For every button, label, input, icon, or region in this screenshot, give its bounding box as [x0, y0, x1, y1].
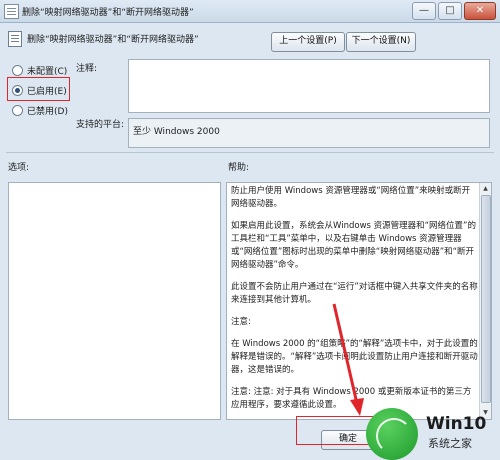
- setting-icon: [8, 31, 22, 47]
- close-button[interactable]: ✕: [464, 2, 496, 20]
- annotation-arrow-icon: [332, 303, 364, 416]
- options-panel: [8, 182, 221, 420]
- enabled-highlight-box: [7, 77, 70, 101]
- watermark-site: 系统之家: [428, 437, 472, 450]
- window-title: 删除“映射网络驱动器”和“断开网络驱动器”: [22, 8, 194, 18]
- next-setting-button[interactable]: 下一个设置(N): [346, 32, 416, 52]
- watermark-brand: Win10: [426, 414, 487, 434]
- radio-not-configured[interactable]: 未配置(C): [12, 64, 67, 77]
- scroll-thumb[interactable]: [481, 195, 491, 403]
- comment-label: 注释:: [76, 64, 98, 74]
- platform-field: 至少 Windows 2000: [128, 118, 490, 148]
- policy-icon: [4, 4, 19, 19]
- radio-label: 已禁用(D): [27, 107, 68, 117]
- scroll-up-icon[interactable]: ▲: [481, 184, 490, 194]
- setting-title: 删除“映射网络驱动器”和“断开网络驱动器”: [27, 35, 199, 45]
- radio-circle: [12, 65, 23, 76]
- platform-value: 至少 Windows 2000: [133, 127, 220, 137]
- previous-setting-button[interactable]: 上一个设置(P): [271, 32, 345, 52]
- radio-disabled[interactable]: 已禁用(D): [12, 104, 68, 117]
- divider: [6, 152, 494, 153]
- options-label: 选项:: [8, 163, 30, 173]
- help-scrollbar[interactable]: ▲ ▼: [479, 183, 491, 419]
- title-bar: 删除“映射网络驱动器”和“断开网络驱动器” — □ ✕: [0, 0, 500, 23]
- radio-label: 未配置(C): [27, 67, 68, 77]
- help-paragraph: 防止用户使用 Windows 资源管理器或“网络位置”来映射或断开网络驱动器。: [231, 186, 471, 209]
- comment-field[interactable]: [128, 59, 490, 113]
- help-paragraph: 如果启用此设置，系统会从Windows 资源管理器和“网络位置”的工具栏和“工具…: [231, 221, 476, 270]
- minimize-button[interactable]: —: [412, 2, 436, 20]
- win10-logo-icon: [366, 408, 418, 460]
- radio-circle: [12, 105, 23, 116]
- platform-label: 支持的平台:: [76, 120, 125, 130]
- maximize-button[interactable]: □: [438, 2, 462, 20]
- help-label: 帮助:: [228, 163, 250, 173]
